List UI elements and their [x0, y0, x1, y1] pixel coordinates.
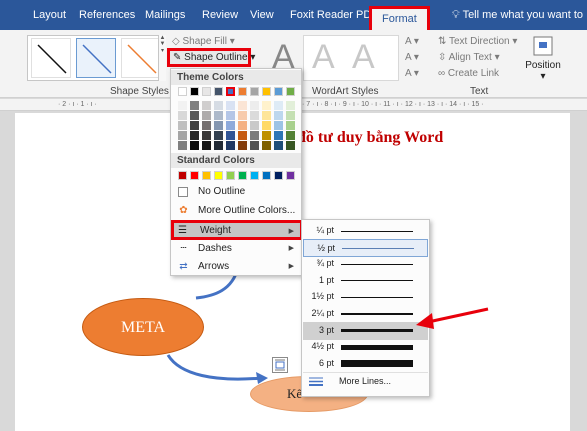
- word-window: Layout References Mailings Review View F…: [0, 0, 587, 431]
- annotation-arrow-icon: [416, 307, 489, 329]
